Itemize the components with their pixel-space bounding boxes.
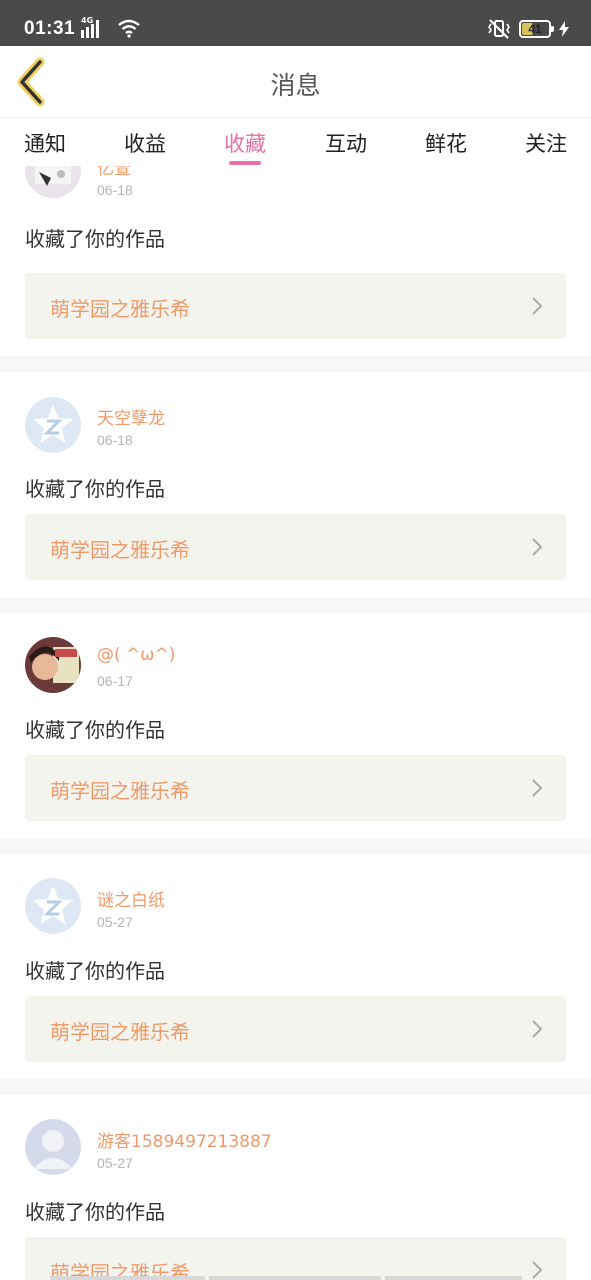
page-title: 消息 <box>270 71 321 100</box>
vibrate-icon <box>488 19 510 39</box>
chevron-right-icon <box>532 297 543 315</box>
message-action: 收藏了你的作品 <box>25 959 165 983</box>
cellular-signal-icon: 4G <box>81 16 105 38</box>
default-star-avatar-icon <box>25 397 81 453</box>
battery-level: 41 <box>528 22 542 36</box>
chevron-right-icon <box>532 1261 543 1279</box>
username[interactable]: 游客1589497213887 <box>97 1127 272 1152</box>
chevron-right-icon <box>532 1020 543 1038</box>
message-date: 06-18 <box>97 182 133 198</box>
message-list[interactable]: 亿萱 06-18 收藏了你的作品 萌学园之雅乐希 天空孽龙 06-18 收藏了你… <box>0 166 591 1280</box>
work-title: 萌学园之雅乐希 <box>50 297 190 321</box>
avatar[interactable] <box>25 166 81 198</box>
user-photo-icon <box>25 637 81 693</box>
message-date: 05-27 <box>97 1155 133 1171</box>
default-star-avatar-icon <box>25 878 81 934</box>
message-action: 收藏了你的作品 <box>25 1200 165 1224</box>
list-item: 亿萱 06-18 收藏了你的作品 萌学园之雅乐希 <box>0 166 591 356</box>
username[interactable]: 谜之白纸 <box>97 886 165 911</box>
tab-following[interactable]: 关注 <box>506 128 586 158</box>
status-right-icons: 41 <box>487 18 569 40</box>
scroll-hint-bar <box>209 1276 381 1280</box>
avatar[interactable] <box>25 1119 81 1175</box>
tab-bar: 通知 收益 收藏 互动 鲜花 关注 <box>0 118 591 166</box>
work-title: 萌学园之雅乐希 <box>50 779 190 803</box>
work-title: 萌学园之雅乐希 <box>50 1020 190 1044</box>
chevron-right-icon <box>532 538 543 556</box>
work-link[interactable]: 萌学园之雅乐希 <box>25 273 566 339</box>
work-link[interactable]: 萌学园之雅乐希 <box>25 514 566 580</box>
status-time: 01:31 <box>24 18 76 39</box>
username[interactable]: 天空孽龙 <box>97 404 165 429</box>
avatar[interactable] <box>25 878 81 934</box>
message-action: 收藏了你的作品 <box>25 718 165 742</box>
tab-earnings[interactable]: 收益 <box>105 128 185 158</box>
separator <box>0 356 591 372</box>
message-action: 收藏了你的作品 <box>25 477 165 501</box>
list-item: 天空孽龙 06-18 收藏了你的作品 萌学园之雅乐希 <box>0 372 591 597</box>
active-tab-indicator <box>229 161 261 165</box>
user-photo-icon <box>25 166 81 198</box>
list-item: 谜之白纸 05-27 收藏了你的作品 萌学园之雅乐希 <box>0 854 591 1079</box>
tab-interactions[interactable]: 互动 <box>306 128 386 158</box>
wifi-icon <box>118 19 140 38</box>
username[interactable]: @( ^ω^) <box>97 645 175 665</box>
avatar[interactable] <box>25 637 81 693</box>
battery-icon: 41 <box>519 20 554 38</box>
separator <box>0 597 591 613</box>
work-title: 萌学园之雅乐希 <box>50 538 190 562</box>
list-item: @( ^ω^) 06-17 收藏了你的作品 萌学园之雅乐希 <box>0 613 591 838</box>
message-date: 05-27 <box>97 914 133 930</box>
message-date: 06-17 <box>97 673 133 689</box>
list-item: 游客1589497213887 05-27 收藏了你的作品 萌学园之雅乐希 <box>0 1095 591 1280</box>
separator <box>0 1079 591 1095</box>
work-link[interactable]: 萌学园之雅乐希 <box>25 1237 566 1280</box>
tab-flowers[interactable]: 鲜花 <box>406 128 486 158</box>
avatar[interactable] <box>25 397 81 453</box>
tab-favorites[interactable]: 收藏 <box>205 128 285 158</box>
work-link[interactable]: 萌学园之雅乐希 <box>25 755 566 821</box>
username[interactable]: 亿萱 <box>97 166 131 179</box>
message-action: 收藏了你的作品 <box>25 227 165 251</box>
scroll-hint-bar <box>50 1276 205 1280</box>
header: 消息 <box>0 46 591 118</box>
work-link[interactable]: 萌学园之雅乐希 <box>25 996 566 1062</box>
default-person-avatar-icon <box>25 1119 81 1175</box>
separator <box>0 838 591 854</box>
status-bar: 01:31 4G 41 <box>0 0 591 46</box>
scroll-hint-bar <box>385 1276 522 1280</box>
tab-notifications[interactable]: 通知 <box>5 128 85 158</box>
message-date: 06-18 <box>97 432 133 448</box>
charging-icon <box>559 21 569 37</box>
status-network-icons: 4G <box>81 16 141 38</box>
chevron-right-icon <box>532 779 543 797</box>
